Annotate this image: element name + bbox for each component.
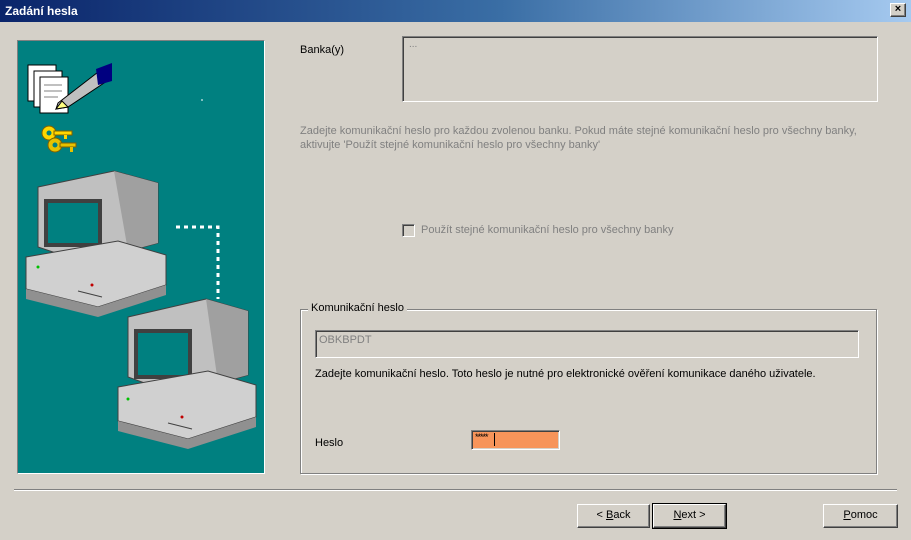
back-button[interactable]: < Back — [577, 504, 650, 528]
close-button[interactable]: × — [890, 3, 906, 17]
help-button[interactable]: Pomoc — [823, 504, 898, 528]
comm-password-group-title: Komunikační heslo — [308, 302, 407, 314]
back-button-prefix: < — [596, 509, 606, 521]
next-button[interactable]: Next > — [652, 503, 727, 529]
title-bar: Zadání hesla — [0, 0, 911, 22]
next-button-label: ext > — [681, 509, 706, 521]
password-input[interactable]: ***** — [471, 430, 560, 450]
text-caret — [494, 433, 495, 446]
button-separator — [14, 489, 897, 491]
hint-line-2: aktivujte 'Použít stejné komunikační hes… — [300, 139, 601, 151]
comm-password-description: Zadejte komunikační heslo. Toto heslo je… — [315, 368, 816, 380]
documents-pen-icon — [27, 63, 112, 114]
hint-text: Zadejte komunikační heslo pro každou zvo… — [300, 124, 860, 152]
computer-icon — [117, 298, 257, 449]
back-button-label: ack — [613, 509, 631, 521]
user-field-value: OBKBPDT — [319, 334, 372, 346]
same-password-checkbox[interactable] — [402, 224, 415, 237]
help-button-mnemonic: P — [843, 509, 851, 521]
close-icon: × — [894, 3, 902, 15]
banks-label: Banka(y) — [300, 44, 345, 56]
keys-icon — [41, 125, 77, 153]
computer-icon — [25, 170, 167, 317]
password-mask: ***** — [475, 432, 488, 442]
hint-line-1: Zadejte komunikační heslo pro každou zvo… — [300, 125, 857, 137]
help-button-label: omoc — [850, 509, 878, 521]
same-password-label: Použít stejné komunikační heslo pro všec… — [421, 224, 674, 236]
banks-list-value: ... — [409, 39, 418, 50]
user-field: OBKBPDT — [315, 330, 859, 358]
wizard-illustration-panel — [17, 40, 265, 474]
password-label: Heslo — [315, 437, 344, 449]
banks-list[interactable]: ... — [402, 36, 878, 102]
window-title: Zadání hesla — [5, 4, 78, 18]
